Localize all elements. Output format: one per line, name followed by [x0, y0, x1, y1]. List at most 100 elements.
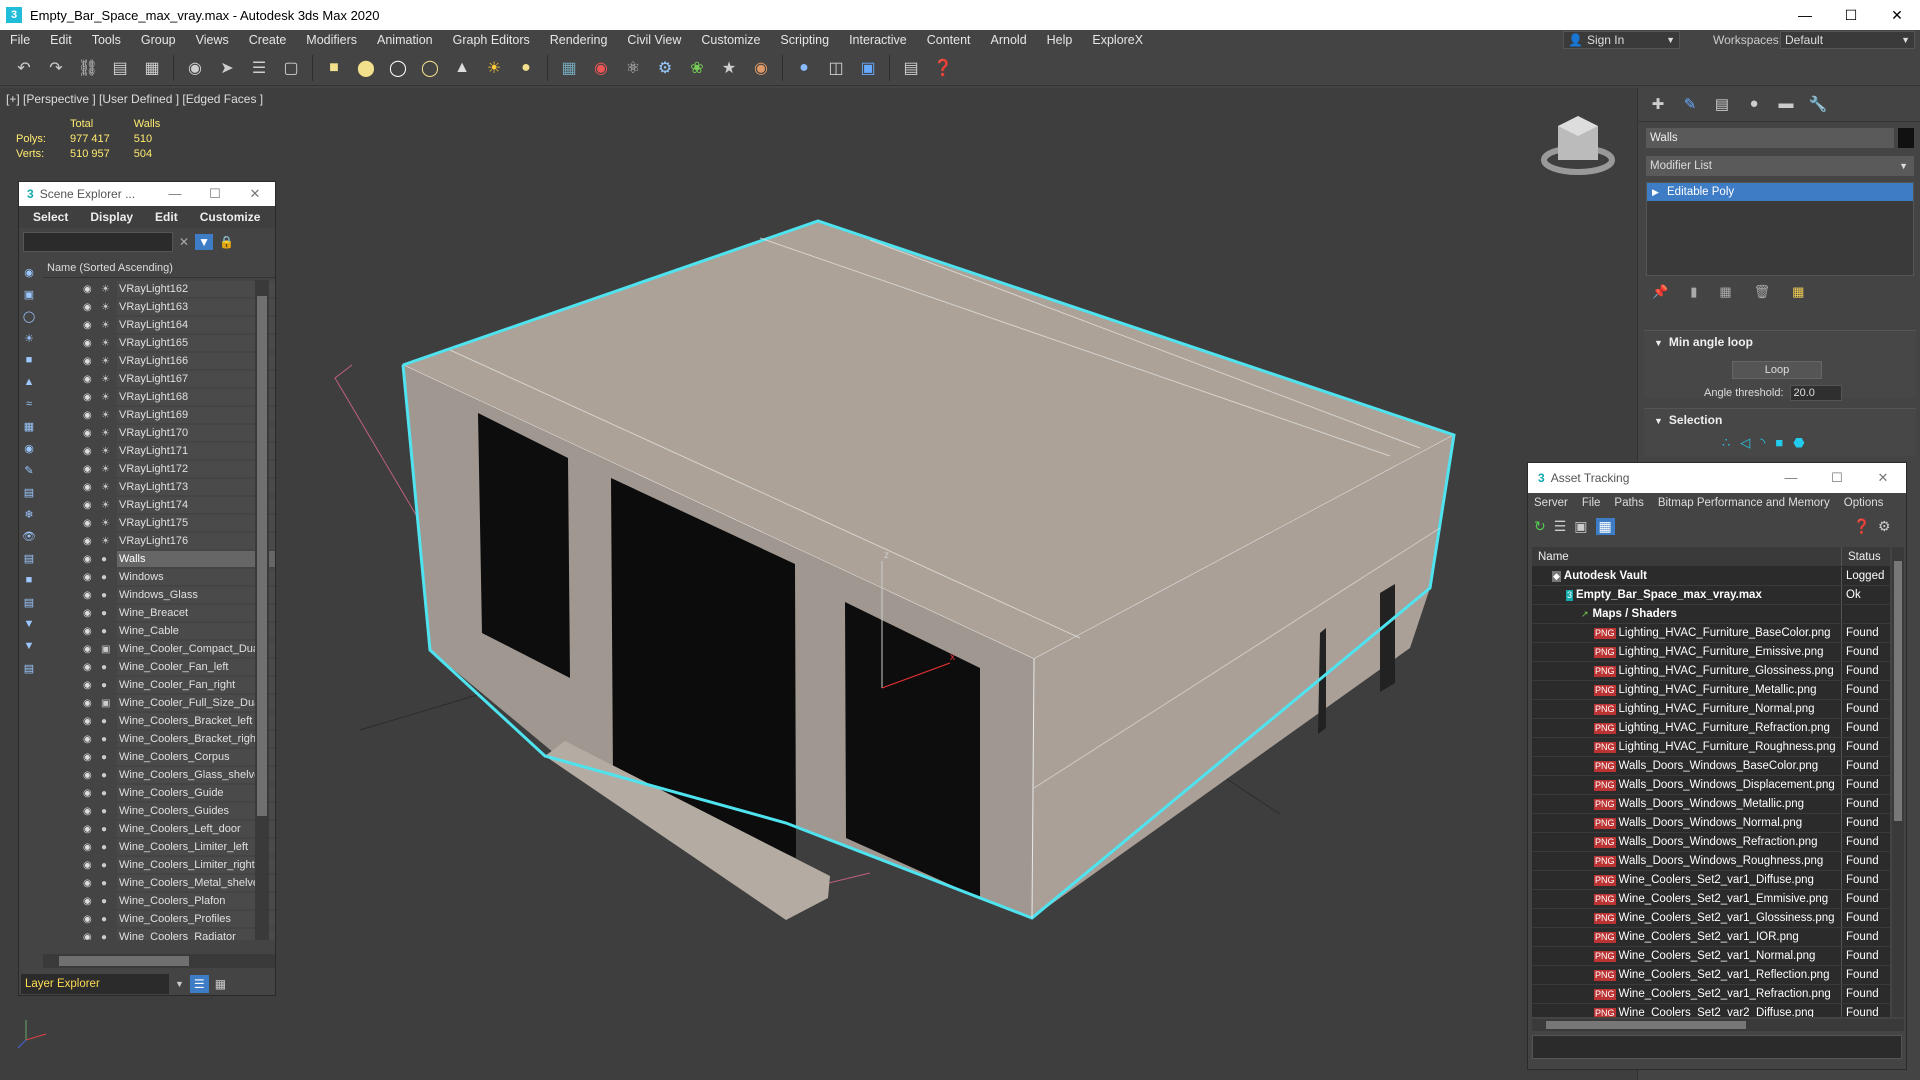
workspace-dropdown[interactable]: Default ▼: [1780, 31, 1915, 49]
list-item[interactable]: ◉ ● Wine_Cooler_Fan_right: [43, 676, 275, 694]
list-item[interactable]: ◉ ● Wine_Coolers_Guide: [43, 784, 275, 802]
table-row[interactable]: PNG Walls_Doors_Windows_Roughness.png Foun…: [1532, 852, 1890, 871]
render-setup-icon[interactable]: ◫: [822, 54, 850, 82]
list-item[interactable]: ◉ ☀ VRayLight172: [43, 460, 275, 478]
lock-icon[interactable]: 🔒: [219, 235, 234, 249]
search-input[interactable]: [23, 232, 173, 252]
vray-fur-icon[interactable]: ❀: [683, 54, 711, 82]
layer-explorer-dropdown[interactable]: Layer Explorer: [21, 974, 169, 994]
show-end-result-icon[interactable]: ▮: [1690, 284, 1697, 300]
table-row[interactable]: ↗ Maps / Shaders: [1532, 605, 1890, 624]
table-row[interactable]: PNG Lighting_HVAC_Furniture_Normal.png Fou…: [1532, 700, 1890, 719]
display-none-icon[interactable]: ■: [21, 574, 37, 592]
help-icon[interactable]: ❓: [929, 54, 957, 82]
table-row[interactable]: PNG Wine_Coolers_Set2_var1_IOR.png Found: [1532, 928, 1890, 947]
se-menu-display[interactable]: Display: [90, 210, 133, 224]
table-row[interactable]: PNG Wine_Coolers_Set2_var1_Diffuse.png Fou…: [1532, 871, 1890, 890]
menu-explorex[interactable]: ExploreX: [1082, 33, 1153, 47]
display-groups-icon[interactable]: ▦: [21, 420, 37, 438]
table-row[interactable]: PNG Walls_Doors_Windows_Metallic.png Found: [1532, 795, 1890, 814]
display-shapes-icon[interactable]: ◯: [21, 310, 37, 328]
modifier-list-dropdown[interactable]: Modifier List ▼: [1646, 156, 1914, 176]
angle-threshold-spinner[interactable]: 20.0: [1789, 385, 1842, 401]
undo-icon[interactable]: ↶: [10, 54, 38, 82]
rollout-header[interactable]: ▼ Selection: [1644, 409, 1916, 431]
remove-modifier-icon[interactable]: 🗑: [1754, 284, 1771, 300]
at-menu-paths[interactable]: Paths: [1614, 497, 1643, 509]
border-icon[interactable]: ◝: [1760, 435, 1765, 451]
asset-tracking-titlebar[interactable]: 3 Asset Tracking — ☐ ✕: [1528, 463, 1906, 493]
table-row[interactable]: PNG Lighting_HVAC_Furniture_Emissive.png F…: [1532, 643, 1890, 662]
configure-sets-icon[interactable]: ▦: [1792, 284, 1804, 300]
table-row[interactable]: PNG Walls_Doors_Windows_Displacement.png F…: [1532, 776, 1890, 795]
layers-icon[interactable]: ☰: [189, 975, 209, 993]
box-icon[interactable]: ■: [320, 54, 348, 82]
table-row[interactable]: PNG Walls_Doors_Windows_Normal.png Found: [1532, 814, 1890, 833]
list-item[interactable]: ◉ ● Wine_Coolers_Left_door: [43, 820, 275, 838]
display-helpers-icon[interactable]: ▲: [21, 376, 37, 394]
table-row[interactable]: PNG Wine_Coolers_Set2_var1_Emmisive.png Fo…: [1532, 890, 1890, 909]
modify-tab-icon[interactable]: ✎: [1680, 95, 1700, 115]
utilities-tab-icon[interactable]: 🔧: [1808, 95, 1828, 115]
list-item[interactable]: ◉ ☀ VRayLight165: [43, 334, 275, 352]
visibility-icon[interactable]: ◉: [83, 716, 97, 727]
visibility-icon[interactable]: ◉: [83, 356, 97, 367]
table-row[interactable]: PNG Walls_Doors_Windows_BaseColor.png Foun…: [1532, 757, 1890, 776]
table-row[interactable]: PNG Lighting_HVAC_Furniture_BaseColor.png…: [1532, 624, 1890, 643]
visibility-icon[interactable]: ◉: [83, 932, 97, 941]
create-tab-icon[interactable]: ✚: [1648, 95, 1668, 115]
display-geometry-icon[interactable]: ▣: [21, 288, 37, 306]
thumbnail-view-icon[interactable]: ▣: [1574, 518, 1587, 535]
scene-explorer-hscrollbar[interactable]: [43, 954, 275, 968]
table-row[interactable]: PNG Wine_Coolers_Set2_var1_Reflection.png…: [1532, 966, 1890, 985]
visibility-icon[interactable]: ◉: [83, 752, 97, 763]
list-item[interactable]: ◉ ● Windows_Glass: [43, 586, 275, 604]
folder-icon[interactable]: ▤: [21, 662, 37, 680]
refresh-icon[interactable]: ↻: [1534, 518, 1546, 535]
visibility-icon[interactable]: ◉: [83, 824, 97, 835]
sun-light-icon[interactable]: ☀: [480, 54, 508, 82]
maximize-icon[interactable]: ☐: [1828, 0, 1874, 30]
list-item[interactable]: ◉ ☀ VRayLight163: [43, 298, 275, 316]
settings-icon[interactable]: ⚙: [1878, 518, 1891, 535]
close-icon[interactable]: ✕: [1860, 466, 1906, 490]
menu-create[interactable]: Create: [239, 33, 297, 47]
se-menu-customize[interactable]: Customize: [200, 210, 261, 224]
material-editor-icon[interactable]: ●: [790, 54, 818, 82]
object-name-field[interactable]: Walls: [1646, 128, 1894, 148]
visibility-icon[interactable]: ◉: [83, 284, 97, 295]
at-menu-options[interactable]: Options: [1844, 497, 1884, 509]
menu-rendering[interactable]: Rendering: [540, 33, 618, 47]
display-tab-icon[interactable]: ▬: [1776, 95, 1796, 115]
asset-table-vscrollbar[interactable]: [1892, 547, 1904, 1017]
table-row[interactable]: PNG Wine_Coolers_Set2_var1_Refraction.png…: [1532, 985, 1890, 1004]
visibility-icon[interactable]: ◉: [83, 590, 97, 601]
visibility-icon[interactable]: ◉: [83, 428, 97, 439]
sphere-yellow-icon[interactable]: ●: [512, 54, 540, 82]
visibility-icon[interactable]: ◉: [83, 482, 97, 493]
pin-stack-icon[interactable]: 📌: [1652, 284, 1668, 300]
table-row[interactable]: PNG Lighting_HVAC_Furniture_Glossiness.pn…: [1532, 662, 1890, 681]
table-row[interactable]: ◆ Autodesk Vault Logged: [1532, 567, 1890, 586]
menu-arnold[interactable]: Arnold: [981, 33, 1037, 47]
list-item[interactable]: ◉ ● Wine_Coolers_Bracket_right: [43, 730, 275, 748]
visibility-icon[interactable]: ◉: [83, 896, 97, 907]
list-item[interactable]: ◉ ● Wine_Coolers_Glass_shelves: [43, 766, 275, 784]
table-row[interactable]: PNG Lighting_HVAC_Furniture_Refraction.pn…: [1532, 719, 1890, 738]
loop-button[interactable]: Loop: [1732, 361, 1822, 379]
visibility-icon[interactable]: ◉: [83, 608, 97, 619]
vray-settings-icon[interactable]: ⚙: [651, 54, 679, 82]
render-frame-icon[interactable]: ▣: [854, 54, 882, 82]
stack-item-editable-poly[interactable]: ▶ Editable Poly: [1647, 183, 1913, 201]
cone-icon[interactable]: ▲: [448, 54, 476, 82]
rectangular-selection-icon[interactable]: ▢: [277, 54, 305, 82]
visibility-icon[interactable]: ◉: [83, 302, 97, 313]
display-containers-icon[interactable]: ▤: [21, 486, 37, 504]
menu-group[interactable]: Group: [131, 33, 186, 47]
help-icon[interactable]: ❓: [1853, 518, 1870, 535]
at-menu-bitmap-performance[interactable]: Bitmap Performance and Memory: [1658, 497, 1830, 509]
display-cameras-icon[interactable]: ■: [21, 354, 37, 372]
hierarchy-icon[interactable]: ▦: [215, 977, 226, 991]
select-object-icon[interactable]: ➤: [213, 54, 241, 82]
list-item[interactable]: ◉ ☀ VRayLight164: [43, 316, 275, 334]
